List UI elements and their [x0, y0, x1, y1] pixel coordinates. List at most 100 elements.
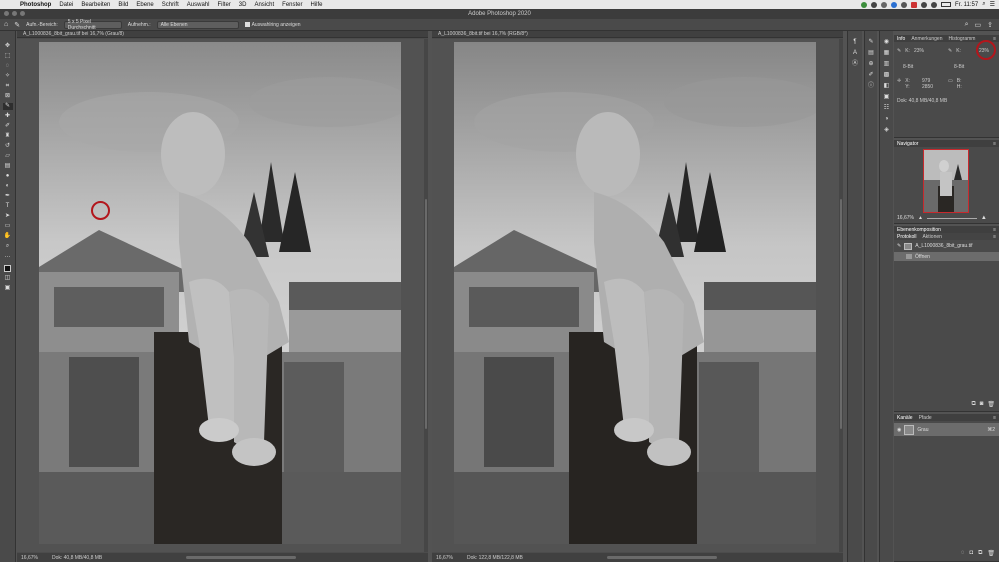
checkbox-icon[interactable] [244, 22, 250, 27]
panel-menu-icon[interactable]: ≡ [993, 141, 999, 147]
tab-info[interactable]: Info [897, 36, 905, 42]
quick-mask-icon[interactable]: ◫ [3, 275, 13, 282]
save-selection-icon[interactable]: ◘ [969, 550, 973, 557]
close-icon[interactable] [4, 11, 9, 16]
tab-pfade[interactable]: Pfade [919, 415, 932, 421]
color-icon[interactable]: ◉ [883, 39, 891, 45]
trash-icon[interactable]: 🗑 [987, 401, 995, 408]
horizontal-scrollbar[interactable] [186, 556, 297, 559]
battery-icon[interactable] [940, 2, 951, 7]
status-app-icon[interactable] [890, 1, 897, 8]
canvas-left[interactable] [17, 39, 428, 552]
frame-tool-icon[interactable]: ⊠ [3, 93, 13, 100]
swatches-icon[interactable]: ▦ [883, 50, 891, 56]
zoom-tool-icon[interactable]: ⌕ [3, 243, 13, 250]
minimize-icon[interactable] [12, 11, 17, 16]
clock[interactable]: Fr. 11:57 [955, 2, 978, 8]
brush-settings-icon[interactable]: ✎ [867, 39, 875, 45]
vertical-scrollbar-left[interactable] [424, 39, 428, 552]
lasso-tool-icon[interactable]: ◌ [3, 63, 13, 70]
photo-right[interactable] [454, 42, 816, 544]
visibility-eye-icon[interactable]: ◉ [897, 427, 901, 433]
eyedropper-icon[interactable]: ✎ [14, 21, 20, 29]
menu-hilfe[interactable]: Hilfe [307, 2, 327, 8]
new-channel-icon[interactable]: ⧉ [978, 550, 982, 557]
photo-left[interactable] [39, 42, 401, 544]
eraser-tool-icon[interactable]: ▱ [3, 153, 13, 160]
gradient-tool-icon[interactable]: ▤ [3, 163, 13, 170]
volume-icon[interactable] [920, 1, 927, 8]
tab-kanaele[interactable]: Kanäle [897, 415, 913, 421]
scroll-thumb[interactable] [840, 199, 842, 429]
history-snapshot[interactable]: ✎ A_L1000836_8bit_grau.tif [894, 240, 999, 252]
share-icon[interactable]: ⇪ [987, 21, 993, 29]
sample-size-select[interactable]: 5 x 5 Pixel Durchschnitt [63, 19, 122, 31]
blur-tool-icon[interactable]: ● [3, 173, 13, 180]
menu-auswahl[interactable]: Auswahl [183, 2, 214, 8]
menu-3d[interactable]: 3D [235, 2, 251, 8]
panel-menu-icon[interactable]: ≡ [993, 415, 999, 421]
zoom-level[interactable]: 16,67% [21, 555, 38, 561]
panel-menu-icon[interactable]: ≡ [993, 36, 999, 42]
type-tool-icon[interactable]: T [3, 203, 13, 210]
zoom-in-icon[interactable]: ▲ [981, 215, 987, 221]
tab-anmerkungen[interactable]: Anmerkungen [911, 36, 942, 42]
styles-icon[interactable]: ▣ [883, 94, 891, 100]
search-icon[interactable]: ⌕ [982, 1, 985, 8]
patterns-icon[interactable]: ▩ [883, 72, 891, 78]
quick-select-tool-icon[interactable]: ✧ [3, 73, 13, 80]
vertical-scrollbar-right[interactable] [839, 39, 843, 552]
zoom-icon[interactable] [20, 11, 25, 16]
status-app-icon[interactable] [860, 1, 867, 8]
menu-ansicht[interactable]: Ansicht [250, 2, 278, 8]
properties-icon[interactable]: ☷ [883, 105, 891, 111]
history-step[interactable]: Öffnen [894, 252, 999, 261]
camera-icon[interactable]: ◙ [980, 401, 984, 408]
brushes-icon[interactable]: ✐ [867, 72, 875, 78]
gradients-icon[interactable]: ▥ [883, 61, 891, 67]
pen-tool-icon[interactable]: ✒ [3, 193, 13, 200]
zoom-out-icon[interactable]: ▲ [918, 215, 923, 221]
zoom-slider[interactable] [926, 217, 977, 219]
sample-layers-select[interactable]: Alle Ebenen [156, 20, 239, 29]
load-selection-icon[interactable]: ◌ [961, 550, 965, 557]
home-icon[interactable]: ⌂ [4, 21, 8, 28]
path-select-icon[interactable]: ➤ [3, 213, 13, 220]
info-icon[interactable]: ⓘ [867, 83, 875, 89]
tool-presets-icon[interactable]: ▤ [867, 50, 875, 56]
horizontal-scrollbar[interactable] [606, 556, 717, 559]
shape-tool-icon[interactable]: ▭ [3, 223, 13, 230]
menu-photoshop[interactable]: Photoshop [16, 2, 55, 8]
document-tab-left[interactable]: A_L1000836_8bit_grau.tif bei 16,7% (Grau… [17, 31, 428, 38]
move-tool-icon[interactable]: ✥ [3, 43, 13, 50]
menu-bild[interactable]: Bild [114, 2, 132, 8]
tab-protokoll[interactable]: Protokoll [897, 234, 916, 240]
history-brush-icon[interactable]: ↺ [3, 143, 13, 150]
menu-fenster[interactable]: Fenster [278, 2, 306, 8]
eyedropper-tool-icon[interactable]: ✎ [2, 103, 13, 110]
tab-aktionen[interactable]: Aktionen [922, 234, 941, 240]
glyphs-icon[interactable]: Ⓐ [851, 61, 859, 67]
comps-title[interactable]: Ebenenkomposition [897, 227, 941, 233]
brush-tool-icon[interactable]: ✐ [3, 123, 13, 130]
channel-row[interactable]: ◉ Grau ⌘2 [894, 423, 999, 436]
trash-icon[interactable]: 🗑 [987, 550, 995, 557]
panel-menu-icon[interactable]: ≡ [993, 227, 999, 233]
zoom-level[interactable]: 16,67% [436, 555, 453, 561]
layers-icon[interactable]: ◈ [883, 127, 891, 133]
navigator-title[interactable]: Navigator [897, 141, 918, 147]
canvas-right[interactable] [432, 39, 843, 552]
workspace-icon[interactable]: ▭ [975, 21, 982, 29]
menu-filter[interactable]: Filter [213, 2, 234, 8]
tab-histogramm[interactable]: Histogramm [948, 36, 975, 42]
search-icon[interactable]: ⌕ [965, 21, 969, 29]
hand-tool-icon[interactable]: ✋ [3, 233, 13, 240]
clone-source-icon[interactable]: ⊕ [867, 61, 875, 67]
healing-brush-icon[interactable]: ✚ [3, 113, 13, 120]
scroll-thumb[interactable] [425, 199, 427, 429]
show-ring-checkbox[interactable]: Auswahlring anzeigen [244, 22, 301, 28]
status-app-icon[interactable] [880, 1, 887, 8]
new-document-icon[interactable]: ⧉ [971, 401, 975, 408]
crop-tool-icon[interactable]: ⌗ [3, 83, 13, 90]
screen-mode-icon[interactable]: ▣ [3, 285, 13, 292]
